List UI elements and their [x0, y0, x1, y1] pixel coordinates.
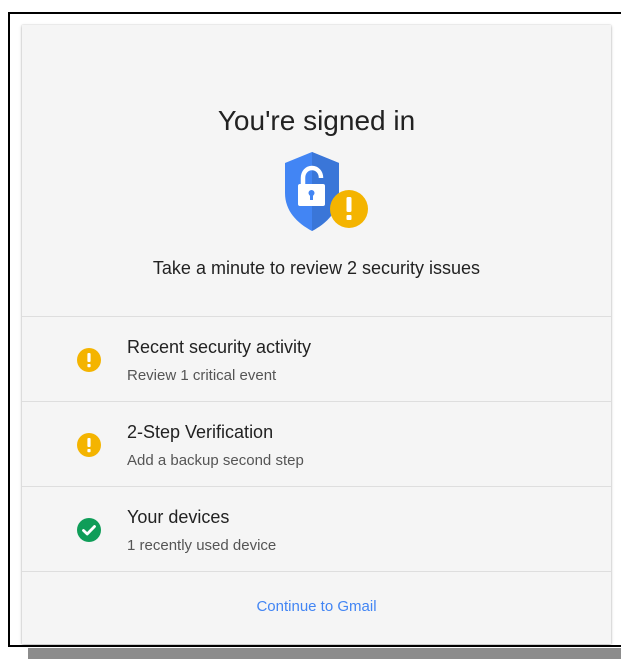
divider: [22, 571, 611, 572]
continue-to-gmail-link[interactable]: Continue to Gmail: [22, 598, 611, 615]
your-devices-item[interactable]: Your devices 1 recently used device: [22, 487, 611, 572]
item-subtitle: Add a backup second step: [127, 452, 304, 469]
check-icon: [77, 518, 101, 542]
two-step-verification-item[interactable]: 2-Step Verification Add a backup second …: [22, 402, 611, 487]
window-bottom-shadow: [28, 648, 621, 659]
signed-in-card: You're signed in Take a minute to review…: [22, 25, 611, 644]
item-title: Recent security activity: [127, 337, 312, 357]
alert-icon: [77, 433, 101, 457]
alert-icon: [77, 348, 101, 372]
security-summary: Take a minute to review 2 security issue…: [152, 258, 481, 278]
item-title: 2-Step Verification: [127, 422, 274, 442]
security-shield-icon: [277, 145, 375, 243]
item-subtitle: 1 recently used device: [127, 537, 277, 554]
page-title: You're signed in: [217, 105, 416, 136]
item-subtitle: Review 1 critical event: [127, 367, 277, 384]
item-title: Your devices: [127, 507, 230, 527]
recent-security-activity-item[interactable]: Recent security activity Review 1 critic…: [22, 317, 611, 402]
